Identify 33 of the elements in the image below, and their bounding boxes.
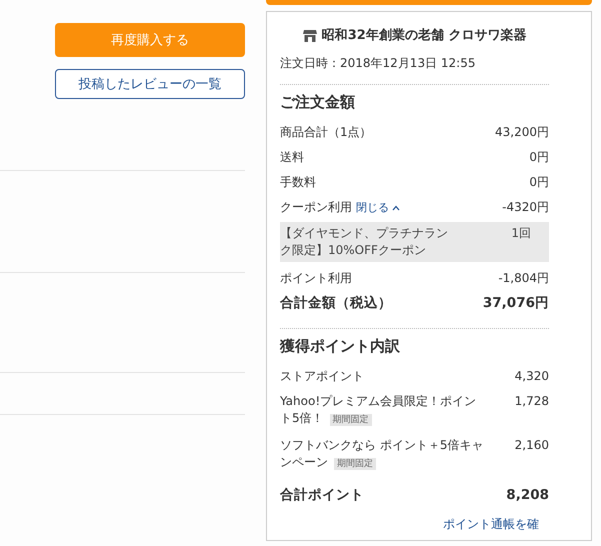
period-tag: 期間固定: [330, 414, 372, 426]
period-tag: 期間固定: [334, 458, 376, 470]
row-label: 送料: [280, 149, 304, 166]
point-label: ソフトバンクなら ポイント＋5倍キャンペーン 期間固定: [280, 437, 484, 472]
row-label: ポイント利用: [280, 270, 352, 287]
row-label: 商品合計（1点）: [280, 124, 372, 141]
point-value: 1,728: [514, 393, 549, 410]
row-value: 0円: [529, 149, 549, 166]
total-value: 8,208: [506, 487, 549, 504]
point-label: ストアポイント: [280, 368, 364, 385]
section-heading: 獲得ポイント内訳: [280, 337, 401, 356]
store-name: 昭和32年創業の老舗 クロサワ楽器: [322, 27, 526, 44]
row-value: 43,200円: [495, 124, 549, 141]
point-value: 4,320: [514, 368, 549, 385]
order-date: 注文日時：2018年12月13日 12:55: [280, 55, 476, 72]
reviews-button[interactable]: 投稿したレビューの一覧: [55, 69, 245, 99]
section-heading: ご注文金額: [280, 93, 356, 112]
total-label: 合計ポイント: [280, 487, 364, 504]
row-value: -4320円: [502, 199, 549, 216]
row-label: クーポン利用: [280, 199, 352, 216]
coupon-count: 1回: [511, 225, 531, 242]
row-value: 0円: [529, 174, 549, 191]
points-link[interactable]: ポイント通帳を確: [280, 516, 539, 533]
row-value: -1,804円: [498, 270, 549, 287]
store-icon: [302, 28, 317, 42]
coupon-name: 【ダイヤモンド、プラチナランク限定】10%OFFクーポン: [280, 225, 449, 259]
collapse-toggle[interactable]: 閉じる: [356, 200, 400, 215]
total-label: 合計金額（税込）: [280, 295, 392, 312]
chevron-up-icon: [392, 204, 400, 210]
row-label: 手数料: [280, 174, 316, 191]
point-value: 2,160: [514, 437, 549, 454]
point-label: Yahoo!プレミアム会員限定！ポイント5倍！ 期間固定: [280, 393, 478, 428]
total-value: 37,076円: [482, 295, 549, 312]
